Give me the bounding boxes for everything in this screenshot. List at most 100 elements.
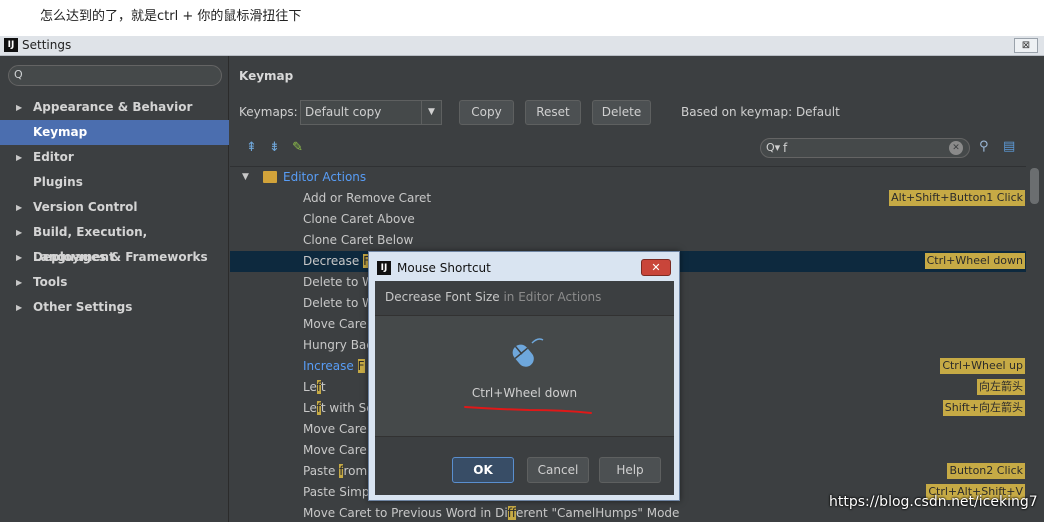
- chevron-down-icon[interactable]: ▼: [421, 101, 441, 124]
- action-label-text: Move Care: [303, 443, 367, 457]
- help-button[interactable]: Help: [599, 457, 661, 483]
- mouse-icon: [512, 338, 544, 367]
- based-on-label: Based on keymap: Default: [681, 105, 840, 119]
- action-name: Decrease Font Size: [385, 290, 500, 304]
- keymap-select-value: Default copy: [305, 105, 382, 119]
- find-by-shortcut-icon[interactable]: ⚲: [979, 139, 989, 154]
- action-label: Move Care: [303, 314, 367, 335]
- action-label-text: Move Care: [303, 317, 367, 331]
- action-row[interactable]: Clone Caret Above: [230, 209, 1026, 230]
- red-underline-annotation: [464, 406, 592, 414]
- window-title: Settings: [22, 38, 72, 52]
- close-window-button[interactable]: ⊠: [1014, 38, 1038, 53]
- expand-arrow-icon[interactable]: ▶: [16, 295, 22, 320]
- edit-shortcut-icon[interactable]: ✎: [292, 140, 303, 155]
- sidebar-item[interactable]: Keymap: [0, 120, 229, 145]
- action-label: Clone Caret Above: [303, 209, 415, 230]
- settings-search-input[interactable]: Q: [8, 65, 222, 86]
- ok-button[interactable]: OK: [452, 457, 514, 483]
- expand-all-icon[interactable]: ⇞: [246, 140, 257, 155]
- shortcut-badge: Button2 Click: [947, 463, 1025, 479]
- sidebar-item-label: Plugins: [33, 175, 83, 189]
- action-label-text: Le: [303, 380, 317, 394]
- action-label: Increase F: [303, 356, 365, 377]
- dialog-title: Mouse Shortcut: [397, 261, 491, 275]
- sidebar-item[interactable]: ▶ Editor: [0, 145, 229, 170]
- expand-arrow-icon[interactable]: ▶: [16, 245, 22, 270]
- action-label: Paste from: [303, 461, 367, 482]
- action-label-text: Paste Simp: [303, 485, 370, 499]
- expand-arrow-icon[interactable]: ▶: [16, 195, 22, 220]
- action-label-text: Paste: [303, 464, 340, 478]
- action-label: Move Caret to Previous Word in Different…: [303, 503, 679, 522]
- cancel-button[interactable]: Cancel: [527, 457, 589, 483]
- action-label-text: Clone Caret Above: [303, 212, 415, 226]
- trash-icon[interactable]: ▤: [1003, 139, 1015, 154]
- watermark-url: https://blog.csdn.net/iceking7: [829, 494, 1038, 510]
- dialog-body: Decrease Font Size in Editor Actions Ctr…: [375, 281, 674, 495]
- action-filter-value: f: [783, 141, 788, 155]
- action-label-text: Delete to W: [303, 296, 374, 310]
- vertical-scrollbar[interactable]: [1026, 166, 1044, 522]
- reset-button[interactable]: Reset: [525, 100, 581, 125]
- sidebar-item-label: Tools: [33, 275, 68, 289]
- action-label: Paste Simp: [303, 482, 369, 503]
- action-label-text: Increase: [303, 359, 358, 373]
- action-label-text: Move Caret to Previous Word in Di: [303, 506, 508, 520]
- tree-group-label: Editor Actions: [283, 170, 367, 184]
- action-label: Add or Remove Caret: [303, 188, 431, 209]
- sidebar-item[interactable]: ▶ Tools: [0, 270, 229, 295]
- copy-button[interactable]: Copy: [459, 100, 514, 125]
- action-filter-input[interactable]: Q▾ f ✕: [760, 138, 970, 158]
- sidebar-item[interactable]: Plugins: [0, 170, 229, 195]
- shortcut-badge: 向左箭头: [977, 379, 1025, 395]
- search-icon: Q: [14, 68, 23, 81]
- sidebar-item[interactable]: ▶ Build, Execution, Deployment: [0, 220, 229, 264]
- action-label: Clone Caret Below: [303, 230, 413, 251]
- expand-arrow-icon[interactable]: ▶: [16, 220, 22, 245]
- action-label: Hungry Bac: [303, 335, 373, 356]
- expand-arrow-icon[interactable]: ▶: [16, 145, 22, 170]
- captured-shortcut: Ctrl+Wheel down: [471, 386, 578, 400]
- clear-filter-icon[interactable]: ✕: [949, 141, 963, 155]
- action-row[interactable]: Add or Remove Caret Alt+Shift+Button1 Cli…: [230, 188, 1026, 209]
- action-label-text: t with Se: [320, 401, 374, 415]
- expand-arrow-icon[interactable]: ▶: [16, 270, 22, 295]
- folder-icon: [263, 171, 277, 183]
- action-label: Left with Se: [303, 398, 374, 419]
- action-label-text: Le: [303, 401, 317, 415]
- action-label-text: Hungry Bac: [303, 338, 373, 352]
- blog-caption: 怎么达到的了，就是ctrl + 你的鼠标滑扭往下: [40, 9, 302, 24]
- collapse-all-icon[interactable]: ⇟: [269, 140, 280, 155]
- delete-button[interactable]: Delete: [592, 100, 651, 125]
- action-label-text: Move Care: [303, 422, 367, 436]
- expand-arrow-icon[interactable]: ▼: [242, 167, 249, 188]
- dialog-subtitle: Decrease Font Size in Editor Actions: [375, 281, 674, 315]
- intellij-logo-icon: IJ: [377, 261, 391, 275]
- sidebar-item[interactable]: ▶ Version Control: [0, 195, 229, 220]
- title-bar: IJ Settings ⊠: [0, 36, 1044, 56]
- sidebar-item[interactable]: ▶ Languages & Frameworks: [0, 245, 229, 270]
- sidebar-item-label: Other Settings: [33, 300, 133, 314]
- sidebar-item[interactable]: ▶ Other Settings: [0, 295, 229, 320]
- shortcut-badge: Alt+Shift+Button1 Click: [889, 190, 1025, 206]
- sidebar-item[interactable]: ▶ Appearance & Behavior: [0, 95, 229, 120]
- action-label: Delete to W: [303, 293, 374, 314]
- action-context: in Editor Actions: [499, 290, 602, 304]
- search-icon: Q▾: [766, 141, 781, 154]
- action-label-text: rom: [343, 464, 368, 478]
- shortcut-badge: Ctrl+Wheel up: [940, 358, 1025, 374]
- keymap-select[interactable]: Default copy ▼: [300, 100, 442, 125]
- action-label-text: Delete to W: [303, 275, 374, 289]
- tree-group-editor-actions[interactable]: ▼ Editor Actions: [230, 167, 1026, 188]
- action-label-text: Clone Caret Below: [303, 233, 414, 247]
- sidebar-item-label: Editor: [33, 150, 74, 164]
- sidebar-item-label: Keymap: [33, 125, 88, 139]
- dialog-close-button[interactable]: ✕: [641, 259, 671, 276]
- shortcut-badge: Ctrl+Wheel down: [924, 253, 1025, 269]
- shortcut-capture-area[interactable]: Ctrl+Wheel down: [375, 315, 674, 437]
- action-row[interactable]: Clone Caret Below: [230, 230, 1026, 251]
- action-label-text: Decrease: [303, 254, 364, 268]
- expand-arrow-icon[interactable]: ▶: [16, 95, 22, 120]
- scrollbar-thumb[interactable]: [1030, 168, 1039, 204]
